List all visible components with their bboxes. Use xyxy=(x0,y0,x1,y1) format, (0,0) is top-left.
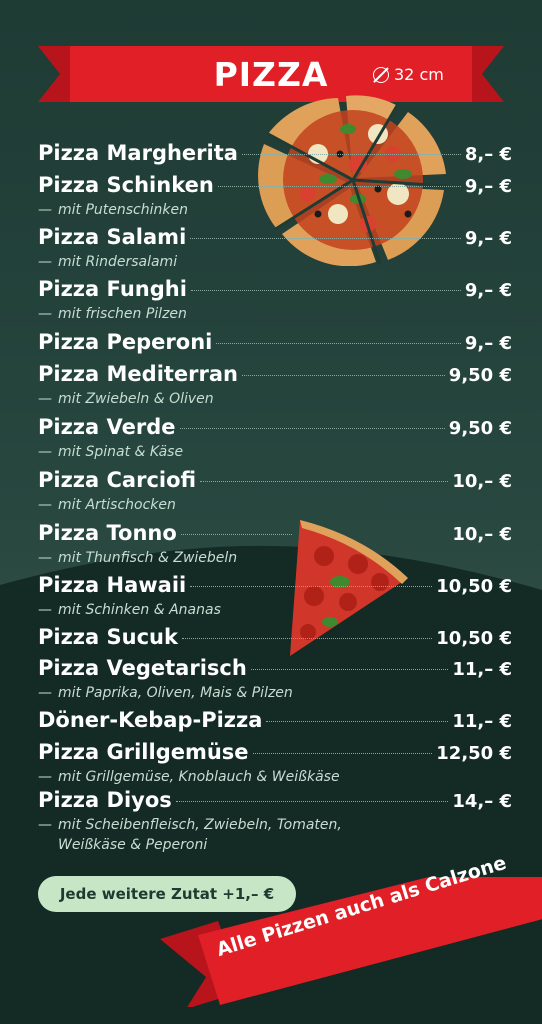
item-price: 14,– € xyxy=(452,791,512,812)
menu-item: Pizza Sucuk 10,50 € xyxy=(38,624,512,652)
item-price: 11,– € xyxy=(452,711,512,732)
item-name: Pizza Hawaii xyxy=(38,573,187,597)
dot-leader xyxy=(241,154,461,155)
item-price: 12,50 € xyxy=(436,743,512,764)
menu-item: Pizza Vegetarisch 11,– € — mit Paprika, Ol… xyxy=(38,656,512,701)
menu-item: Pizza Diyos 14,– € — mit Scheibenfleisch, … xyxy=(38,788,512,853)
item-description: mit Rindersalami xyxy=(58,254,178,270)
item-name: Pizza Grillgemüse xyxy=(38,740,249,764)
item-name: Pizza Schinken xyxy=(38,173,214,197)
item-description: mit frischen Pilzen xyxy=(58,306,187,322)
item-name: Pizza Carciofi xyxy=(38,468,197,492)
size-label: 32 cm xyxy=(373,62,444,88)
item-name: Pizza Vegetarisch xyxy=(38,656,247,680)
menu-item: Pizza Mediterran 9,50 € — mit Zwiebeln & O… xyxy=(38,362,512,407)
item-price: 9,– € xyxy=(464,228,512,249)
item-description: mit Spinat & Käse xyxy=(58,444,184,460)
item-price: 11,– € xyxy=(452,659,512,680)
dot-leader xyxy=(179,428,445,429)
menu-item: Döner-Kebap-Pizza 11,– € xyxy=(38,707,512,735)
item-description: mit Scheibenfleisch, Zwiebeln, Tomaten, … xyxy=(58,817,342,853)
item-name: Pizza Sucuk xyxy=(38,625,178,649)
page-title: PIZZA xyxy=(213,55,329,94)
item-price: 10,– € xyxy=(452,524,512,545)
item-description: mit Thunfisch & Zwiebeln xyxy=(58,550,238,566)
dot-leader xyxy=(216,343,461,344)
menu-item: Pizza Verde 9,50 € — mit Spinat & Käse xyxy=(38,415,512,460)
dot-leader xyxy=(242,375,445,376)
item-price: 9,– € xyxy=(464,333,512,354)
dot-leader xyxy=(190,238,461,239)
item-name: Pizza Tonno xyxy=(38,521,177,545)
dot-leader xyxy=(175,801,449,802)
item-name: Pizza Verde xyxy=(38,415,176,439)
size-value: 32 cm xyxy=(394,65,444,84)
item-name: Pizza Funghi xyxy=(38,277,187,301)
menu-item: Pizza Margherita 8,– € xyxy=(38,140,512,168)
item-price: 9,– € xyxy=(464,176,512,197)
item-description: mit Artischocken xyxy=(58,497,176,513)
dot-leader xyxy=(252,753,433,754)
dot-leader xyxy=(181,638,433,639)
item-price: 9,50 € xyxy=(448,365,512,386)
item-name: Döner-Kebap-Pizza xyxy=(38,708,263,732)
item-price: 10,– € xyxy=(452,471,512,492)
menu-item: Pizza Schinken 9,– € — mit Putenschinken xyxy=(38,173,512,218)
item-price: 10,50 € xyxy=(436,576,512,597)
item-description: mit Grillgemüse, Knoblauch & Weißkäse xyxy=(58,769,340,785)
item-price: 9,50 € xyxy=(448,418,512,439)
item-name: Pizza Mediterran xyxy=(38,362,239,386)
dot-leader xyxy=(200,481,449,482)
dot-leader xyxy=(180,534,293,535)
menu-item: Pizza Carciofi 10,– € — mit Artischocken xyxy=(38,468,512,513)
diameter-icon xyxy=(373,67,389,83)
item-name: Pizza Salami xyxy=(38,225,187,249)
menu-page: PIZZA 32 cm Pizza Margherita 8,– € Pizza… xyxy=(0,0,542,1024)
dot-leader xyxy=(190,290,461,291)
menu-item: Pizza Hawaii 10,50 € — mit Schinken & Anan… xyxy=(38,573,512,618)
dot-leader xyxy=(250,669,449,670)
menu-item: Pizza Grillgemüse 12,50 € — mit Grillgemüs… xyxy=(38,740,512,785)
item-description: mit Zwiebeln & Oliven xyxy=(58,391,214,407)
dot-leader xyxy=(190,586,433,587)
dot-leader xyxy=(217,186,461,187)
dot-leader xyxy=(266,721,449,722)
menu-item: Pizza Peperoni 9,– € xyxy=(38,329,512,357)
item-price: 8,– € xyxy=(464,144,512,165)
item-description: mit Schinken & Ananas xyxy=(58,602,221,618)
item-description: mit Paprika, Oliven, Mais & Pilzen xyxy=(58,685,293,701)
menu-item: Pizza Funghi 9,– € — mit frischen Pilzen xyxy=(38,277,512,322)
item-name: Pizza Margherita xyxy=(38,141,238,165)
item-price: 10,50 € xyxy=(436,628,512,649)
item-price: 9,– € xyxy=(464,280,512,301)
item-description: mit Putenschinken xyxy=(58,202,188,218)
menu-item: Pizza Salami 9,– € — mit Rindersalami xyxy=(38,225,512,270)
item-name: Pizza Diyos xyxy=(38,788,172,812)
item-name: Pizza Peperoni xyxy=(38,330,213,354)
menu-item: Pizza Tonno 10,– € — mit Thunfisch & Zwieb… xyxy=(38,521,512,566)
